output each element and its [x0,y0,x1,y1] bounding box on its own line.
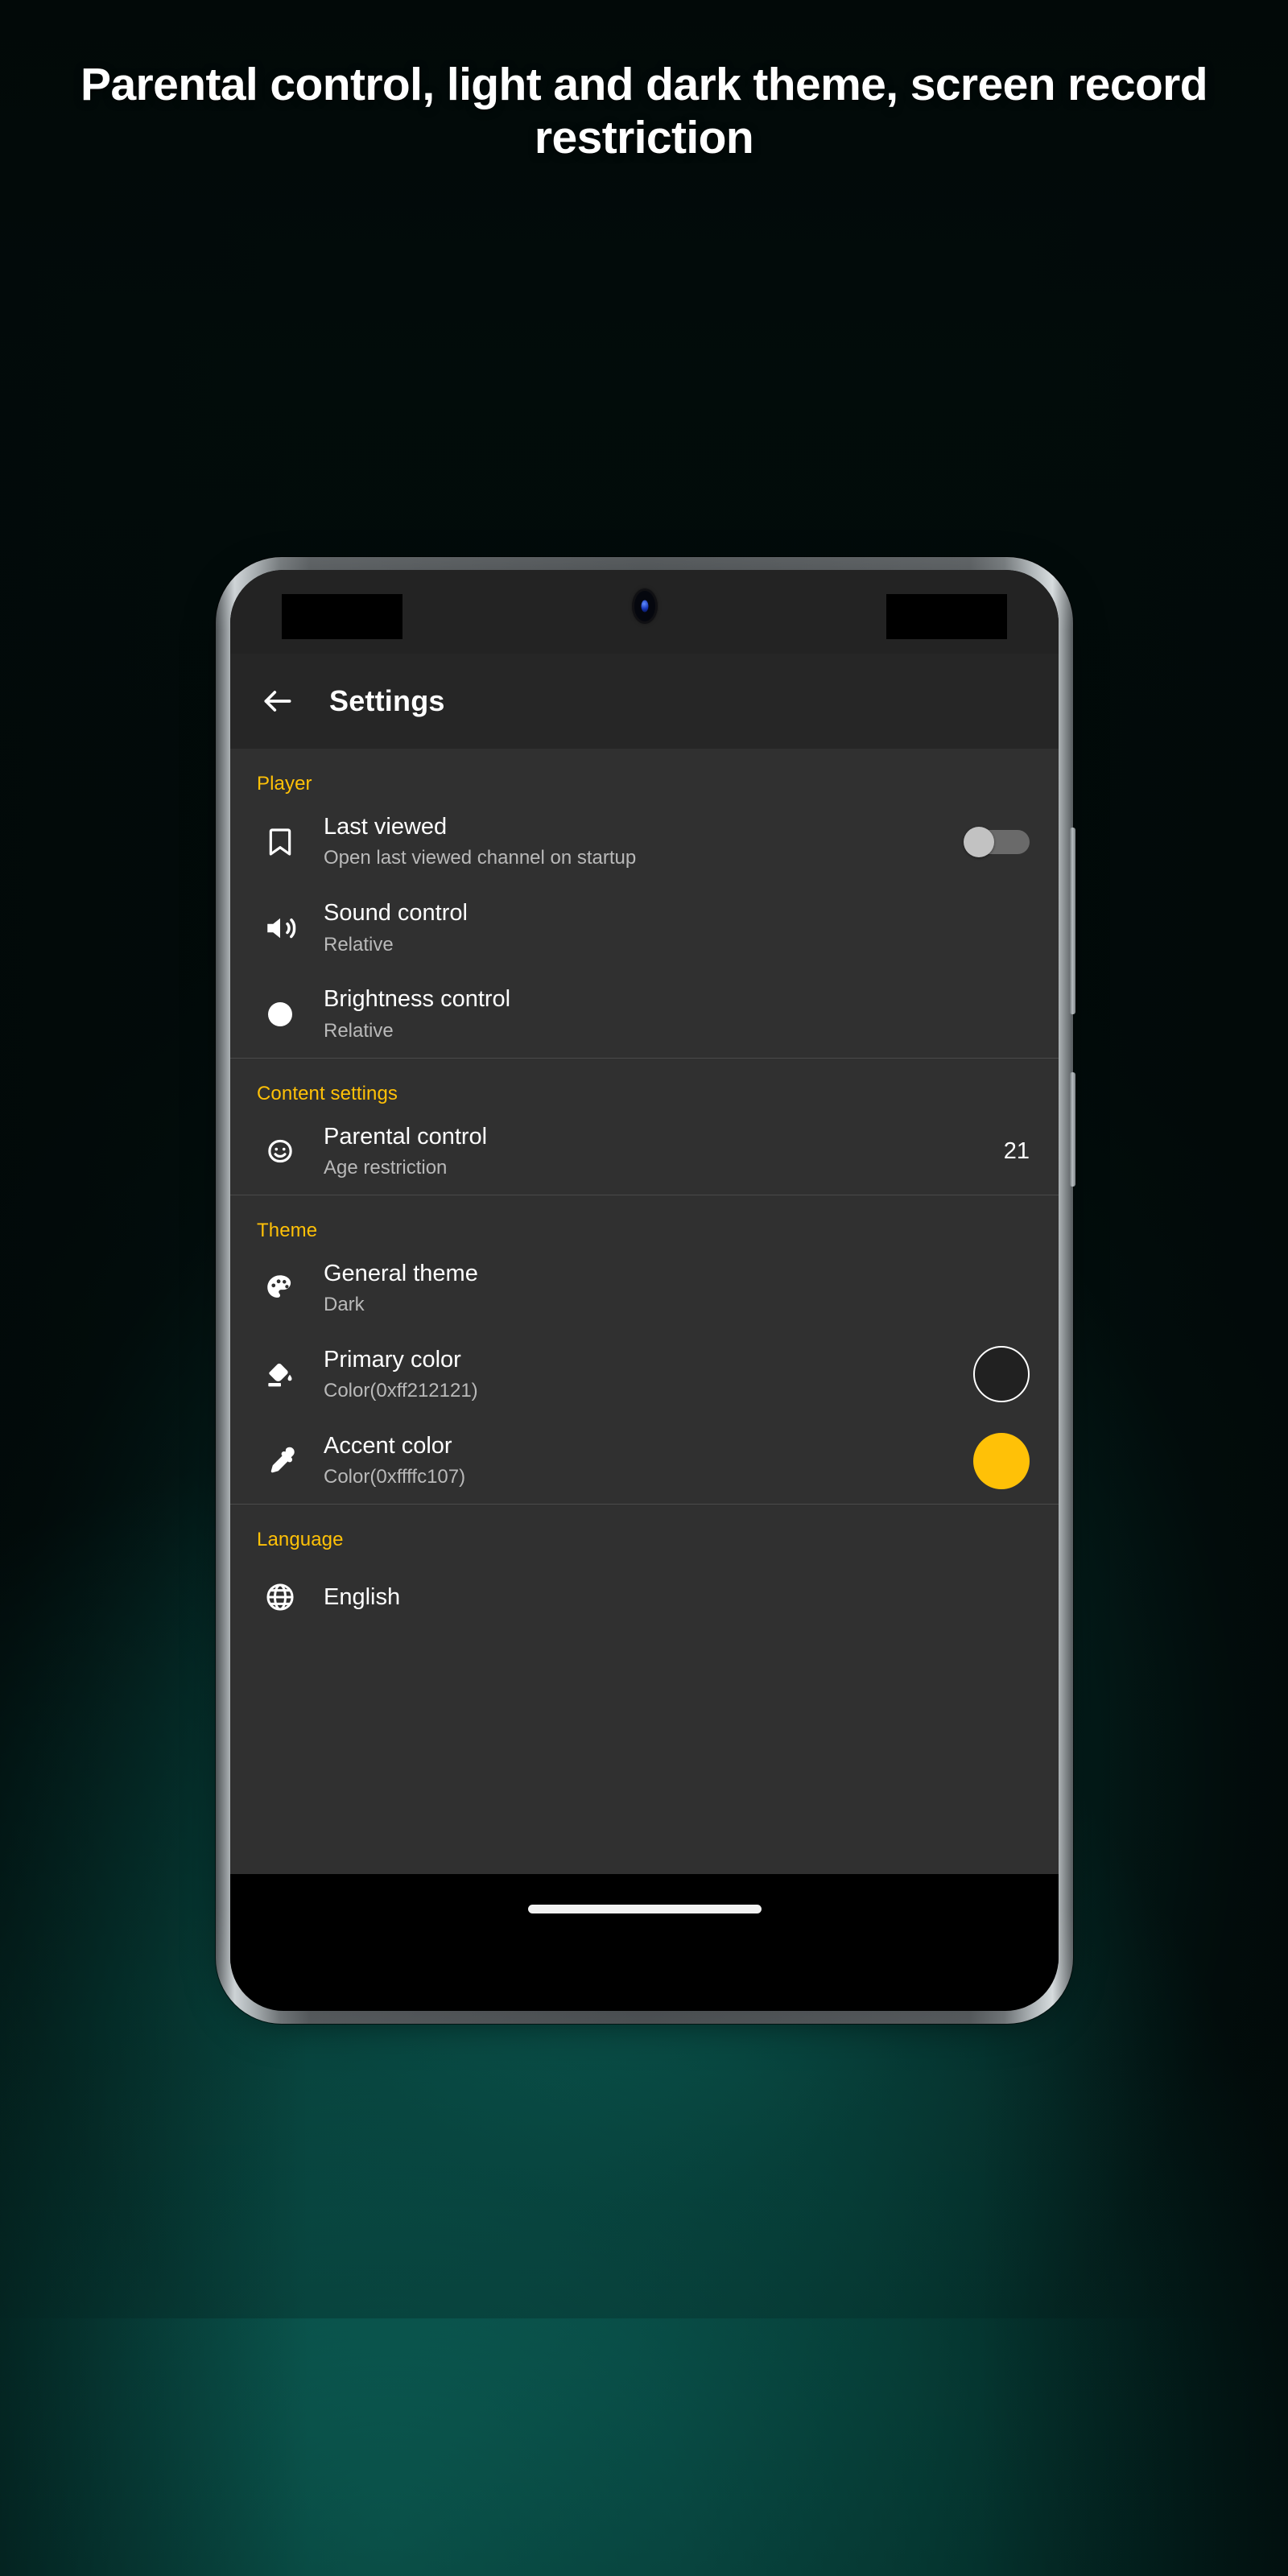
setting-subtitle: Open last viewed channel on startup [324,847,637,869]
eyedropper-icon [257,1445,303,1477]
setting-title: Brightness control [324,986,511,1013]
app-bar: Settings [230,654,1059,749]
status-bar [230,570,1059,654]
last-viewed-toggle[interactable] [964,826,1030,857]
setting-row-parental-control[interactable]: Parental control Age restriction 21 [230,1108,1059,1195]
section-header-theme: Theme [257,1219,318,1241]
status-bar-mask-right [886,594,1007,639]
punch-hole-camera-icon [634,591,655,621]
section-header-player: Player [257,773,312,795]
setting-row-accent-color[interactable]: Accent color Color(0xffffc107) [230,1418,1059,1504]
section-header-content-settings: Content settings [257,1082,398,1104]
bookmark-icon [257,826,303,858]
setting-row-text: Primary color Color(0xff212121) [324,1346,959,1403]
phone-mockup: Settings Player Last viewed Open last vi… [216,557,1075,2024]
setting-subtitle: Age restriction [324,1156,448,1179]
brightness-circle-icon [257,998,303,1030]
setting-title: General theme [324,1260,478,1286]
setting-title: English [324,1583,401,1610]
setting-row-primary-color[interactable]: Primary color Color(0xff212121) [230,1331,1059,1418]
setting-subtitle: Dark [324,1294,365,1316]
setting-trailing[interactable] [973,1432,1030,1489]
child-face-icon [257,1134,303,1168]
promo-screenshot: Parental control, light and dark theme, … [0,0,1288,2576]
setting-trailing[interactable] [973,1346,1030,1403]
setting-subtitle: Color(0xff212121) [324,1380,478,1402]
setting-row-sound-control[interactable]: Sound control Relative [230,885,1059,971]
accent-color-swatch[interactable] [973,1432,1030,1489]
navigation-bar [230,1874,1059,1964]
phone-screen: Settings Player Last viewed Open last vi… [230,570,1059,2011]
phone-volume-button[interactable] [1070,828,1075,1014]
setting-row-text: Accent color Color(0xffffc107) [324,1432,959,1489]
setting-row-text: General theme Dark [324,1260,1015,1317]
setting-trailing[interactable] [964,826,1030,857]
page-title: Settings [329,684,445,717]
setting-subtitle: Relative [324,1019,394,1042]
primary-color-swatch[interactable] [973,1346,1030,1403]
setting-title: Last viewed [324,814,448,840]
setting-row-text: Brightness control Relative [324,985,1015,1042]
settings-list[interactable]: Player Last viewed Open last viewed chan… [230,749,1059,1874]
status-bar-mask-left [282,594,402,639]
parental-control-value: 21 [1003,1137,1030,1164]
setting-subtitle: Color(0xffffc107) [324,1466,466,1488]
volume-icon [257,911,303,945]
setting-row-brightness-control[interactable]: Brightness control Relative [230,971,1059,1057]
setting-title: Accent color [324,1433,452,1459]
globe-icon [257,1580,303,1614]
back-arrow-icon[interactable] [257,680,299,722]
setting-row-last-viewed[interactable]: Last viewed Open last viewed channel on … [230,799,1059,885]
setting-subtitle: Relative [324,933,394,956]
home-indicator[interactable] [527,1905,762,1913]
promo-headline: Parental control, light and dark theme, … [80,59,1208,164]
toggle-thumb [964,826,994,857]
setting-row-language[interactable]: English [230,1554,1059,1640]
setting-row-general-theme[interactable]: General theme Dark [230,1245,1059,1331]
phone-power-button[interactable] [1070,1072,1075,1187]
setting-title: Parental control [324,1123,488,1150]
fill-bucket-icon [257,1358,303,1390]
section-header-language: Language [257,1529,344,1551]
setting-row-text: Last viewed Open last viewed channel on … [324,813,949,870]
setting-row-text: Parental control Age restriction [324,1123,989,1180]
setting-row-text: English [324,1583,1015,1612]
palette-icon [257,1271,303,1305]
setting-row-text: Sound control Relative [324,899,1015,956]
setting-title: Sound control [324,900,468,927]
setting-title: Primary color [324,1346,461,1373]
